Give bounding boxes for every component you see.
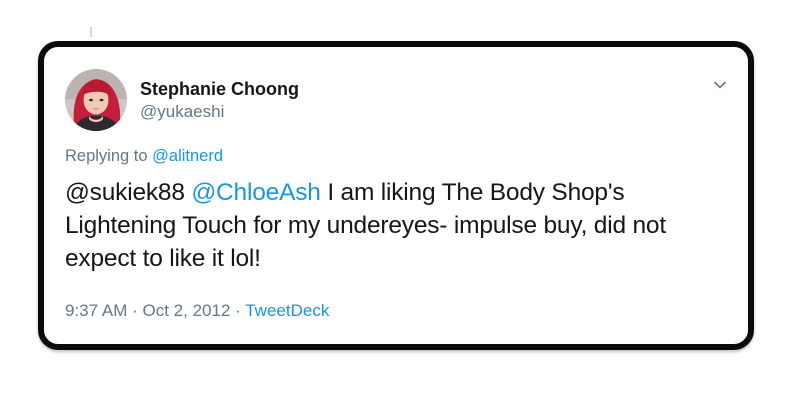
mention-chloeash[interactable]: @ChloeAsh <box>191 179 321 206</box>
avatar[interactable] <box>65 69 127 131</box>
replying-to-line: Replying to @alitnerd <box>65 145 223 167</box>
tweet-time[interactable]: 9:37 AM <box>65 301 127 320</box>
author-handle[interactable]: @yukaeshi <box>140 101 224 123</box>
mention-sukiek88[interactable]: @sukiek88 <box>65 179 185 206</box>
tweet-text: @sukiek88 @ChloeAsh I am liking The Body… <box>65 176 745 275</box>
tweet-date[interactable]: Oct 2, 2012 <box>143 301 231 320</box>
tweet-text-line-1: I am liking The Body Shop's <box>327 179 625 206</box>
replying-prefix: Replying to <box>65 147 148 165</box>
chevron-down-icon[interactable] <box>712 77 728 93</box>
tweet-source[interactable]: TweetDeck <box>245 301 329 320</box>
tweet-meta: 9:37 AM · Oct 2, 2012 · TweetDeck <box>65 300 329 322</box>
tweet-card: Stephanie Choong @yukaeshi Replying to @… <box>38 41 754 350</box>
author-display-name[interactable]: Stephanie Choong <box>140 78 299 100</box>
replying-to-mention[interactable]: @alitnerd <box>152 147 223 165</box>
decorative-mark <box>90 27 92 37</box>
profile-photo-icon <box>65 69 127 131</box>
meta-separator: · <box>132 301 138 320</box>
tweet-text-line-3: expect to like it lol! <box>65 245 261 272</box>
meta-separator: · <box>235 301 241 320</box>
tweet-text-line-2: Lightening Touch for my undereyes- impul… <box>65 212 666 239</box>
